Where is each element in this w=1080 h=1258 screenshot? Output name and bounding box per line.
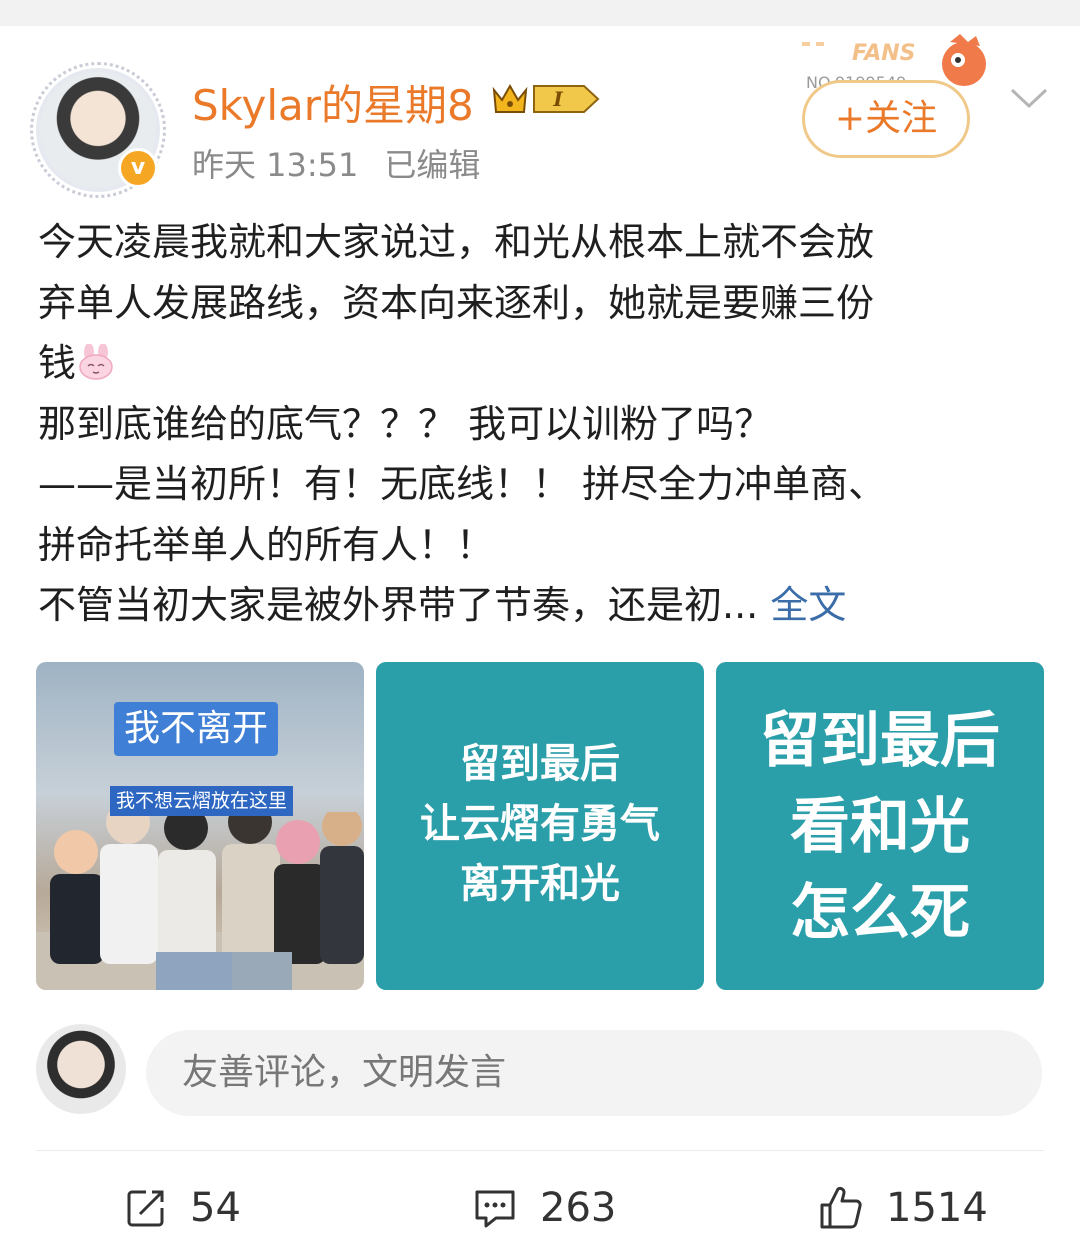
image-text-line: 让云熠有勇气 (420, 800, 660, 847)
post-image-photo[interactable]: 我不离开 我不想云熠放在这里 (36, 662, 364, 990)
edited-label: 已编辑 (384, 146, 481, 184)
crown-level-badge: I (492, 83, 600, 113)
post-image-text-1[interactable]: 留到最后 让云熠有勇气 离开和光 (376, 662, 704, 990)
top-band (0, 0, 1080, 26)
photo-caption-sub: 我不想云熠放在这里 (110, 786, 294, 816)
post-meta: 昨天 13:51 已编辑 (192, 140, 480, 186)
repost-icon (127, 1190, 164, 1227)
photo-caption-main: 我不离开 (114, 702, 279, 756)
divider (36, 1150, 1044, 1151)
chevron-down-icon[interactable] (1008, 84, 1050, 114)
repost-button[interactable]: 54 (124, 1180, 241, 1236)
fans-badge-label: FANS (852, 41, 915, 66)
post-image-text-2[interactable]: 留到最后 看和光 怎么死 (716, 662, 1044, 990)
comment-input[interactable]: 友善评论，文明发言 (146, 1030, 1042, 1116)
current-user-avatar[interactable] (36, 1024, 126, 1114)
post-line: 弃单人发展路线，资本向来逐利，她就是要赚三份 (38, 280, 875, 325)
post-time: 昨天 13:51 (192, 146, 359, 184)
post-line: ——是当初所！有！无底线！！ 拼尽全力冲单商、 (38, 462, 887, 506)
image-text-line: 留到最后 (460, 740, 620, 787)
group-photo-figures (36, 812, 364, 990)
full-text-link[interactable]: 全文 (770, 583, 846, 627)
post-line-text: 钱 (38, 341, 77, 385)
post-line-text: 不管当初大家是被外界带了节奏，还是初... (38, 583, 759, 627)
comment-button[interactable]: 263 (472, 1180, 616, 1236)
like-button[interactable]: 1514 (818, 1180, 988, 1236)
image-text-line: 离开和光 (460, 860, 620, 907)
post-line: 那到底谁给的底气？？？ 我可以训粉了吗？ (38, 401, 773, 446)
comment-icon (475, 1190, 515, 1228)
repost-count: 54 (190, 1185, 241, 1231)
author-name[interactable]: Skylar的星期8 (192, 72, 474, 133)
post-line: 钱 (38, 333, 1048, 394)
post-line: 今天凌晨我就和大家说过，和光从根本上就不会放 (38, 220, 875, 264)
follow-button[interactable]: +关注 (802, 80, 970, 158)
post-body: 今天凌晨我就和大家说过，和光从根本上就不会放 弃单人发展路线，资本向来逐利，她就… (38, 212, 1048, 636)
image-text-line: 怎么死 (790, 878, 970, 948)
verified-badge: v (118, 148, 158, 188)
bunny-emoji-icon (79, 344, 113, 380)
like-count: 1514 (886, 1185, 988, 1231)
thumbs-up-icon (820, 1186, 862, 1229)
image-text-line: 看和光 (790, 792, 970, 862)
image-text-block: 留到最后 让云熠有勇气 离开和光 (376, 734, 704, 914)
post-line: 不管当初大家是被外界带了节奏，还是初... 全文 (38, 575, 1048, 636)
image-text-block: 留到最后 看和光 怎么死 (716, 698, 1044, 956)
image-text-line: 留到最后 (760, 706, 1000, 776)
comment-count: 263 (540, 1185, 617, 1231)
crown-level-label: I (552, 87, 563, 111)
post-line: 拼命托举单人的所有人！！ (38, 522, 495, 567)
